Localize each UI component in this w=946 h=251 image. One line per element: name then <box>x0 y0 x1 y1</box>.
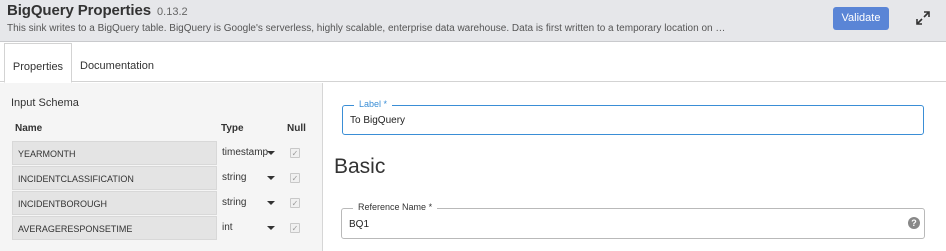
plugin-description: This sink writes to a BigQuery table. Bi… <box>7 23 733 34</box>
page-title: BigQuery Properties <box>7 2 151 19</box>
section-title-basic: Basic <box>334 155 386 178</box>
reference-name-input[interactable]: BQ1 <box>349 219 369 230</box>
label-field[interactable]: Label * To BigQuery <box>342 99 924 135</box>
required-mark: * <box>383 99 388 109</box>
label-field-label-text: Label <box>359 99 382 109</box>
plugin-version: 0.13.2 <box>157 6 188 18</box>
null-checkbox[interactable]: ✓ <box>290 198 300 208</box>
label-field-label: Label * <box>354 99 393 109</box>
tab-documentation[interactable]: Documentation <box>78 43 156 82</box>
chevron-down-icon[interactable] <box>267 176 275 180</box>
column-header-type: Type <box>221 123 244 134</box>
chevron-down-icon[interactable] <box>267 201 275 205</box>
required-mark: * <box>428 202 433 212</box>
schema-row: YEARMONTH timestamp ✓ <box>12 141 307 166</box>
schema-row: INCIDENTBOROUGH string ✓ <box>12 191 307 216</box>
null-checkbox[interactable]: ✓ <box>290 148 300 158</box>
reference-name-field[interactable]: Reference Name * BQ1 ? <box>341 202 925 239</box>
validate-button[interactable]: Validate <box>833 7 889 30</box>
label-input[interactable]: To BigQuery <box>350 115 405 126</box>
reference-name-label-text: Reference Name <box>358 202 427 212</box>
column-header-null: Null <box>287 123 306 134</box>
svg-text:?: ? <box>911 218 917 228</box>
reference-name-label: Reference Name * <box>353 202 438 212</box>
input-schema-title: Input Schema <box>11 97 79 109</box>
help-icon[interactable]: ? <box>908 217 920 229</box>
label-input-value: To BigQuery <box>350 115 406 126</box>
field-name: INCIDENTBOROUGH <box>12 191 217 215</box>
tab-properties[interactable]: Properties <box>4 43 72 83</box>
tab-bar: Properties Documentation <box>0 43 946 83</box>
input-schema-panel: Input Schema Name Type Null YEARMONTH ti… <box>0 83 323 251</box>
column-header-name: Name <box>15 123 43 134</box>
null-checkbox[interactable]: ✓ <box>290 173 300 183</box>
chevron-down-icon[interactable] <box>267 226 275 230</box>
null-checkbox[interactable]: ✓ <box>290 223 300 233</box>
title-row: BigQuery Properties 0.13.2 <box>7 2 188 19</box>
chevron-down-icon[interactable] <box>267 151 275 155</box>
field-name: AVERAGERESPONSETIME <box>12 216 217 240</box>
schema-row: AVERAGERESPONSETIME int ✓ <box>12 216 307 241</box>
properties-header: BigQuery Properties 0.13.2 This sink wri… <box>0 0 946 42</box>
expand-icon[interactable] <box>914 9 932 27</box>
field-name: INCIDENTCLASSIFICATION <box>12 166 217 190</box>
field-name: YEARMONTH <box>12 141 217 165</box>
schema-row: INCIDENTCLASSIFICATION string ✓ <box>12 166 307 191</box>
